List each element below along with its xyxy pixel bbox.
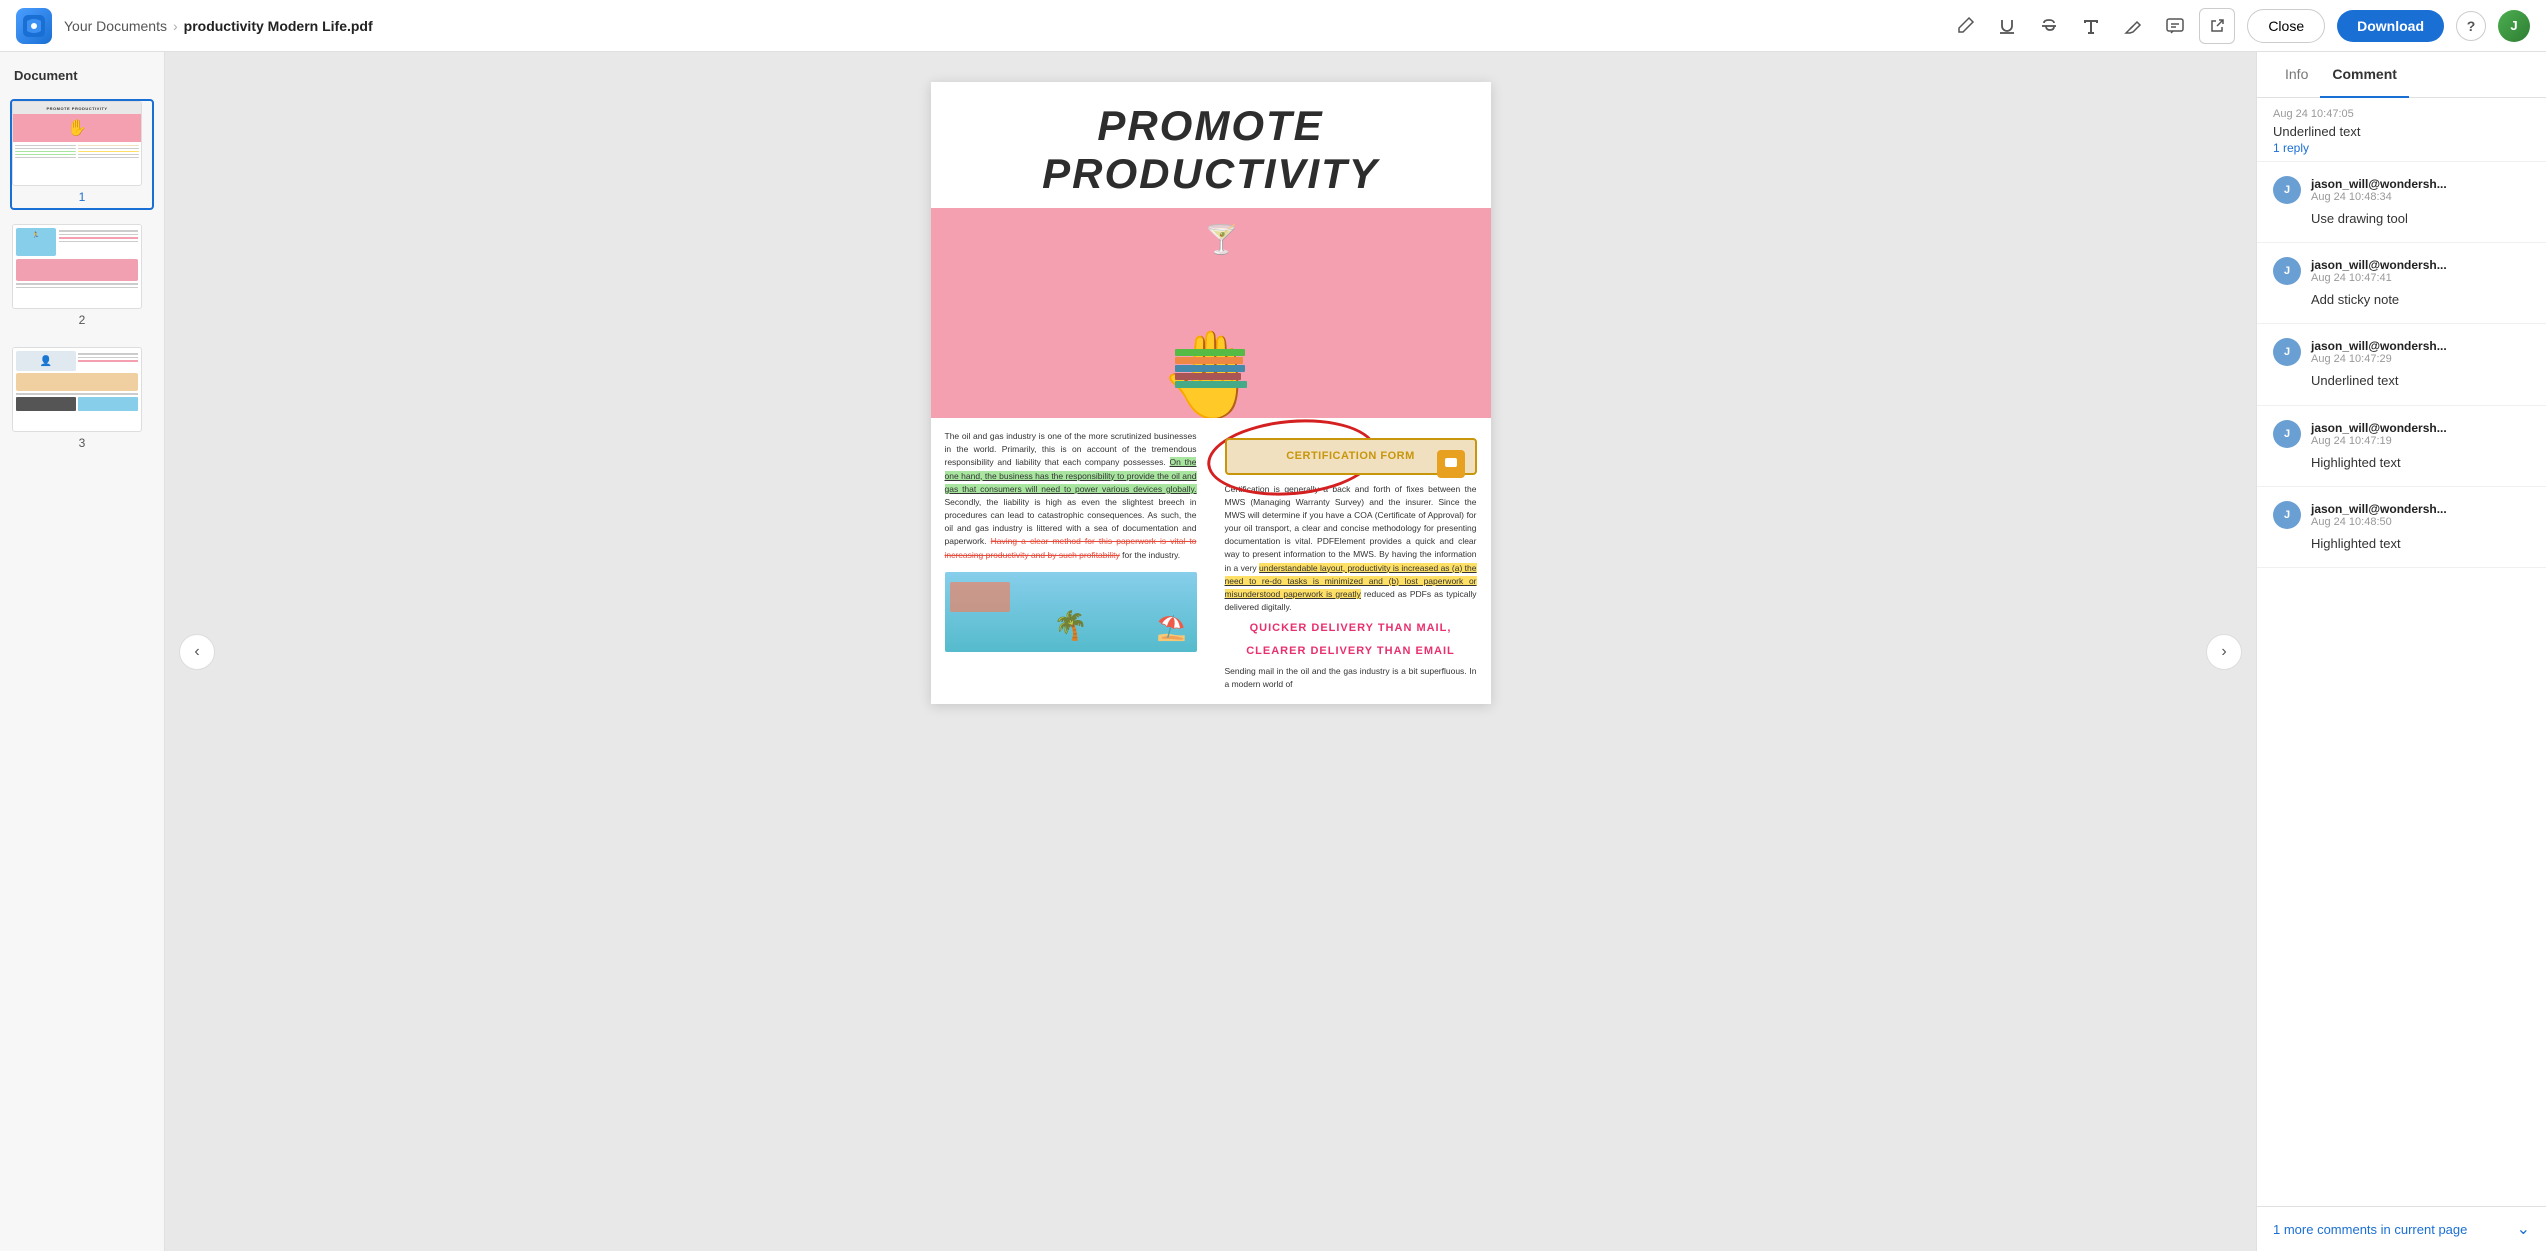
page-num-3: 3 <box>12 432 152 454</box>
sidebar-left: Document PROMOTE PRODUCTIVITY ✋ <box>0 52 165 1251</box>
comment-time-1: Aug 24 10:48:34 <box>2311 191 2447 203</box>
avatar[interactable]: J <box>2498 10 2530 42</box>
comment-text-4: Highlighted text <box>2311 454 2530 472</box>
comment-time-4: Aug 24 10:47:19 <box>2311 435 2447 447</box>
pdf-hero-image: 🤚 🍸 <box>931 208 1491 418</box>
page-num-2: 2 <box>12 309 152 331</box>
comment-time-3: Aug 24 10:47:29 <box>2311 353 2447 365</box>
page-thumb-2[interactable]: 🏃 2 <box>10 222 154 333</box>
prev-page-button[interactable]: ‹ <box>179 634 215 670</box>
sidebar-title: Document <box>0 52 164 93</box>
next-page-button[interactable]: › <box>2206 634 2242 670</box>
breadcrumb: Your Documents › productivity Modern Lif… <box>64 18 373 34</box>
certification-form-box: CERTIFICATION FORM <box>1225 438 1477 475</box>
comment-icon[interactable] <box>2163 14 2187 38</box>
comment-item-1: J jason_will@wondersh... Aug 24 10:48:34… <box>2257 162 2546 243</box>
comment-author-4: jason_will@wondersh... <box>2311 421 2447 435</box>
sidebar-tabs: Info Comment <box>2257 52 2546 98</box>
expand-icon[interactable]: ⌄ <box>2517 1219 2530 1239</box>
comment-text-5: Highlighted text <box>2311 535 2530 553</box>
toolbar-right: Close Download ? J <box>2199 8 2530 44</box>
cert-title: CERTIFICATION FORM <box>1239 448 1463 465</box>
top-comment-reply[interactable]: 1 reply <box>2273 141 2530 155</box>
left-col-text-before: The oil and gas industry is one of the m… <box>945 431 1197 467</box>
pdf-content: The oil and gas industry is one of the m… <box>931 418 1491 704</box>
sidebar-footer: 1 more comments in current page ⌄ <box>2257 1206 2546 1251</box>
external-link-button[interactable] <box>2199 8 2235 44</box>
comment-avatar-5: J <box>2273 501 2301 529</box>
pdf-viewer: ‹ PROMOTE PRODUCTIVITY 🤚 🍸 <box>165 52 2256 1251</box>
comment-bubble-icon[interactable] <box>1437 450 1465 478</box>
comment-author-1: jason_will@wondersh... <box>2311 177 2447 191</box>
comments-list: Aug 24 10:47:05 Underlined text 1 reply … <box>2257 98 2546 1206</box>
comment-author-2: jason_will@wondersh... <box>2311 258 2447 272</box>
help-button[interactable]: ? <box>2456 11 2486 41</box>
comment-avatar-1: J <box>2273 176 2301 204</box>
pencil-icon[interactable] <box>1953 14 1977 38</box>
page-num-1: 1 <box>12 186 152 208</box>
more-comments-link[interactable]: 1 more comments in current page <box>2273 1222 2467 1237</box>
strikethrough-icon[interactable] <box>2037 14 2061 38</box>
top-comment-time: Aug 24 10:47:05 <box>2273 108 2354 120</box>
cert-text: Certification is generally a back and fo… <box>1225 484 1477 573</box>
page-thumb-3[interactable]: 👤 3 <box>10 345 154 456</box>
breadcrumb-parent[interactable]: Your Documents <box>64 18 167 34</box>
comment-item-2: J jason_will@wondersh... Aug 24 10:47:41… <box>2257 243 2546 324</box>
comment-text-2: Add sticky note <box>2311 291 2530 309</box>
comment-avatar-3: J <box>2273 338 2301 366</box>
app-logo <box>16 8 52 44</box>
main-layout: Document PROMOTE PRODUCTIVITY ✋ <box>0 52 2546 1251</box>
comment-time-5: Aug 24 10:48:50 <box>2311 516 2447 528</box>
breadcrumb-current: productivity Modern Life.pdf <box>184 18 373 34</box>
text-icon[interactable] <box>2079 14 2103 38</box>
comment-time-2: Aug 24 10:47:41 <box>2311 272 2447 284</box>
eraser-icon[interactable] <box>2121 14 2145 38</box>
comment-avatar-2: J <box>2273 257 2301 285</box>
comment-text-3: Underlined text <box>2311 372 2530 390</box>
page-thumb-1[interactable]: PROMOTE PRODUCTIVITY ✋ <box>10 99 154 210</box>
pink-line-2: CLEARER DELIVERY THAN EMAIL <box>1225 643 1477 660</box>
comment-text-1: Use drawing tool <box>2311 210 2530 228</box>
comment-item-3: J jason_will@wondersh... Aug 24 10:47:29… <box>2257 324 2546 405</box>
comment-item-5: J jason_will@wondersh... Aug 24 10:48:50… <box>2257 487 2546 568</box>
comment-author-5: jason_will@wondersh... <box>2311 502 2447 516</box>
left-col-end: for the industry. <box>1122 550 1180 560</box>
pink-line-1: QUICKER DELIVERY THAN MAIL, <box>1225 620 1477 637</box>
underline-icon[interactable] <box>1995 14 2019 38</box>
toolbar: Your Documents › productivity Modern Lif… <box>0 0 2546 52</box>
pdf-left-col: The oil and gas industry is one of the m… <box>931 418 1211 704</box>
close-button[interactable]: Close <box>2247 9 2325 43</box>
annotation-tools <box>1953 14 2187 38</box>
download-button[interactable]: Download <box>2337 10 2444 42</box>
comment-avatar-4: J <box>2273 420 2301 448</box>
pdf-title: PROMOTE PRODUCTIVITY <box>931 82 1491 208</box>
sidebar-right: Info Comment Aug 24 10:47:05 Underlined … <box>2256 52 2546 1251</box>
top-comment: Aug 24 10:47:05 Underlined text 1 reply <box>2257 98 2546 162</box>
bottom-text: Sending mail in the oil and the gas indu… <box>1225 665 1477 691</box>
tab-info[interactable]: Info <box>2273 52 2320 98</box>
comment-item-4: J jason_will@wondersh... Aug 24 10:47:19… <box>2257 406 2546 487</box>
pdf-page: PROMOTE PRODUCTIVITY 🤚 🍸 <box>931 82 1491 704</box>
top-comment-text: Underlined text <box>2273 124 2530 139</box>
tab-comment[interactable]: Comment <box>2320 52 2409 98</box>
pdf-right-col: CERTIFICATION FORM <box>1211 418 1491 704</box>
comment-author-3: jason_will@wondersh... <box>2311 339 2447 353</box>
